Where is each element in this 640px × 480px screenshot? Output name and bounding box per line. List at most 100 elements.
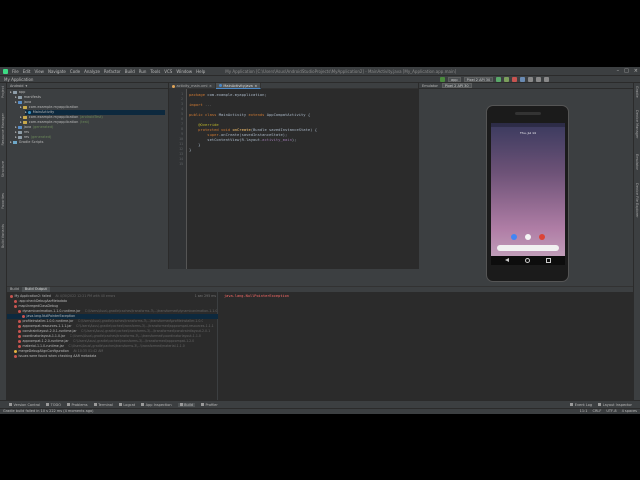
device-manager-icon[interactable] [528, 77, 534, 82]
menu-item-view[interactable]: View [34, 69, 44, 74]
menu-item-edit[interactable]: Edit [23, 69, 31, 74]
close-icon[interactable]: × [254, 83, 257, 89]
status-indicator[interactable]: CRLF [593, 409, 602, 414]
line-number: 4 [181, 107, 183, 111]
menu-item-refactor[interactable]: Refactor [104, 69, 121, 74]
minimize-icon[interactable]: – [617, 68, 620, 74]
tool-todo[interactable]: TODO [46, 403, 61, 407]
phone-date: Thu, Jul 14 [520, 131, 536, 135]
search-icon[interactable] [544, 77, 550, 82]
code-token: ); [291, 137, 297, 142]
tool-label: Build [184, 402, 193, 407]
error-icon [18, 325, 21, 328]
code-line[interactable]: } [189, 147, 191, 152]
left-tool-favorites[interactable]: Favorites [1, 193, 5, 209]
sdk-manager-icon[interactable] [536, 77, 542, 82]
recents-icon[interactable] [546, 258, 551, 263]
right-tool-device-file-explorer[interactable]: Device File Explorer [635, 183, 639, 218]
back-icon[interactable] [505, 258, 509, 262]
status-bar: Gradle build failed in 10 s 222 ms (4 mo… [0, 408, 640, 414]
tool-app-inspection[interactable]: App Inspection [141, 403, 172, 407]
left-tool-build-variants[interactable]: Build Variants [1, 224, 5, 248]
device-select[interactable]: Pixel 2 API 30 [463, 77, 494, 82]
tool-logcat[interactable]: Logcat [118, 403, 135, 407]
emulator-device-tab[interactable]: Pixel 2 API 30 [441, 83, 472, 88]
code-line[interactable]: package com.example.myapplication; [189, 92, 267, 97]
tool-problems[interactable]: Problems [66, 403, 88, 407]
make-icon[interactable] [440, 77, 445, 82]
left-tool-project[interactable]: Project [1, 86, 5, 98]
right-tool-gradle[interactable]: Gradle [635, 86, 639, 98]
project-view-selector[interactable]: Android ▾ [7, 83, 168, 89]
code-line[interactable]: setContentView(R.layout.activity_main); [189, 137, 296, 142]
tool-layout-inspector[interactable]: Layout Inspector [598, 403, 632, 407]
close-icon[interactable]: × [209, 83, 212, 89]
right-tool-emulator[interactable]: Emulator [635, 154, 639, 170]
phone-screen[interactable]: Thu, Jul 14 [491, 123, 565, 265]
sync-icon[interactable] [520, 77, 526, 82]
folder-icon [18, 136, 23, 139]
editor-tab[interactable]: MainActivity.java × [215, 83, 262, 89]
chevron-right-icon[interactable]: ▸ [10, 140, 12, 145]
close-icon[interactable]: × [634, 68, 638, 74]
chevron-right-icon[interactable]: ▸ [20, 105, 22, 110]
line-number: 6 [181, 117, 183, 121]
home-icon[interactable] [525, 258, 530, 263]
run-icon[interactable] [496, 77, 502, 82]
tool-event-log[interactable]: Event Log [570, 403, 592, 407]
debug-icon[interactable] [504, 77, 510, 82]
tool-icon [598, 403, 602, 406]
chrome-icon[interactable] [539, 234, 545, 240]
status-indicator[interactable]: UTF-8 [606, 409, 616, 414]
status-indicators: 11:1 CRLF UTF-8 4 spaces [580, 409, 637, 414]
tool-label: App Inspection [145, 402, 172, 407]
run-config-select[interactable]: app [448, 77, 461, 82]
tool-build[interactable]: Build [177, 402, 195, 407]
code-token: AppCompatActivity { [266, 112, 311, 117]
tool-terminal[interactable]: Terminal [93, 403, 113, 407]
tree-item[interactable]: ▸ Gradle Scripts [10, 140, 44, 145]
stop-icon[interactable] [512, 77, 518, 82]
folder-icon [23, 106, 28, 109]
chevron-right-icon[interactable]: ▸ [10, 90, 12, 95]
code-line[interactable]: public class MainActivity extends AppCom… [189, 112, 310, 117]
tool-icon [46, 403, 50, 406]
tool-profiler[interactable]: Profiler [200, 402, 218, 407]
code-line[interactable]: import ... [189, 102, 212, 107]
left-tool-resource-manager[interactable]: Resource Manager [1, 113, 5, 146]
menu-item-run[interactable]: Run [139, 69, 147, 74]
menu-item-help[interactable]: Help [196, 69, 205, 74]
build-panel: Build Build Output My Application2: faile… [7, 286, 633, 401]
menu-item-file[interactable]: File [12, 69, 19, 74]
status-indicator[interactable]: 4 spaces [622, 409, 637, 414]
tree-item-label: Gradle Scripts [18, 140, 44, 144]
breadcrumb[interactable]: My Application [4, 77, 33, 82]
code-token: ... [205, 102, 212, 107]
emulator-tab[interactable]: Emulator [422, 84, 438, 88]
google-search-bar[interactable] [497, 245, 559, 251]
phone-status-bar [491, 123, 565, 127]
menu-item-build[interactable]: Build [125, 69, 135, 74]
line-number: 9 [181, 132, 183, 136]
menu-item-tools[interactable]: Tools [150, 69, 160, 74]
menu-item-window[interactable]: Window [176, 69, 192, 74]
play-store-icon[interactable] [525, 234, 531, 240]
error-message[interactable]: java.lang.NullPointerException [224, 294, 289, 298]
status-message[interactable]: Gradle build failed in 10 s 222 ms (4 mo… [3, 409, 93, 413]
messages-app-icon[interactable] [511, 234, 517, 240]
build-row[interactable]: Issues were found when checking AAR meta… [7, 354, 218, 359]
menu-item-navigate[interactable]: Navigate [48, 69, 66, 74]
right-tool-device-manager[interactable]: Device Manager [635, 110, 639, 138]
menu-item-vcs[interactable]: VCS [164, 69, 172, 74]
maximize-icon[interactable]: □ [624, 68, 629, 74]
chevron-right-icon[interactable]: ▸ [15, 100, 17, 105]
menu-item-code[interactable]: Code [70, 69, 80, 74]
menu-item-analyze[interactable]: Analyze [84, 69, 100, 74]
build-detail: java.lang.NullPointerException [219, 292, 633, 401]
tool-label: Profiler [205, 402, 218, 407]
status-indicator[interactable]: 11:1 [580, 409, 588, 414]
line-number: 10 [179, 137, 183, 141]
tool-version-control[interactable]: Version Control [9, 403, 40, 407]
warning-icon [14, 350, 17, 353]
left-tool-structure[interactable]: Structure [1, 161, 5, 177]
